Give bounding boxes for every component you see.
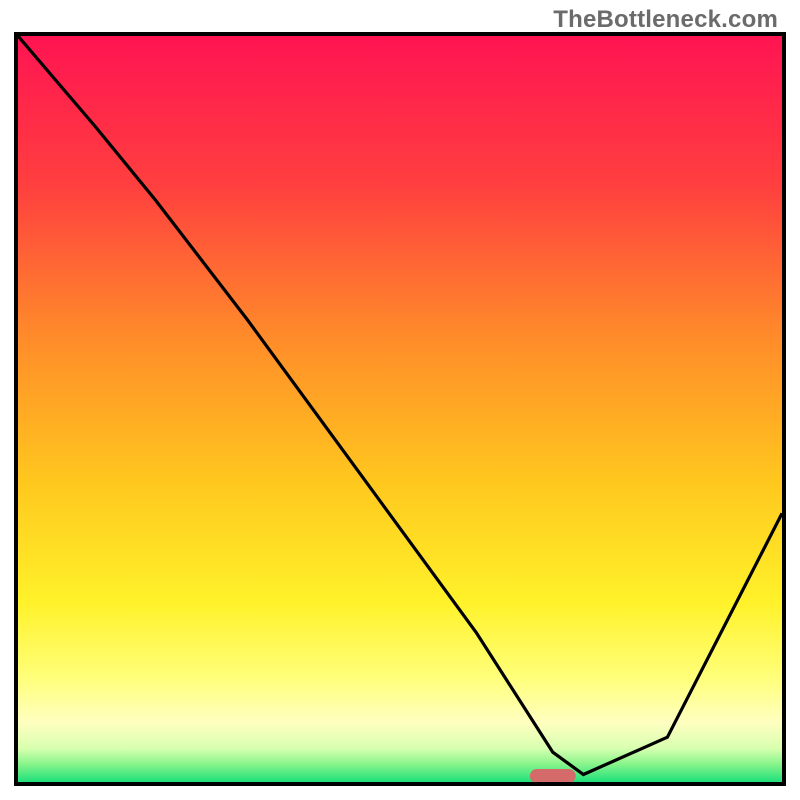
optimal-marker: [530, 769, 576, 782]
watermark-text: TheBottleneck.com: [553, 6, 778, 34]
bottleneck-chart: [18, 36, 782, 782]
chart-frame: [14, 32, 786, 786]
gradient-background: [18, 36, 782, 782]
